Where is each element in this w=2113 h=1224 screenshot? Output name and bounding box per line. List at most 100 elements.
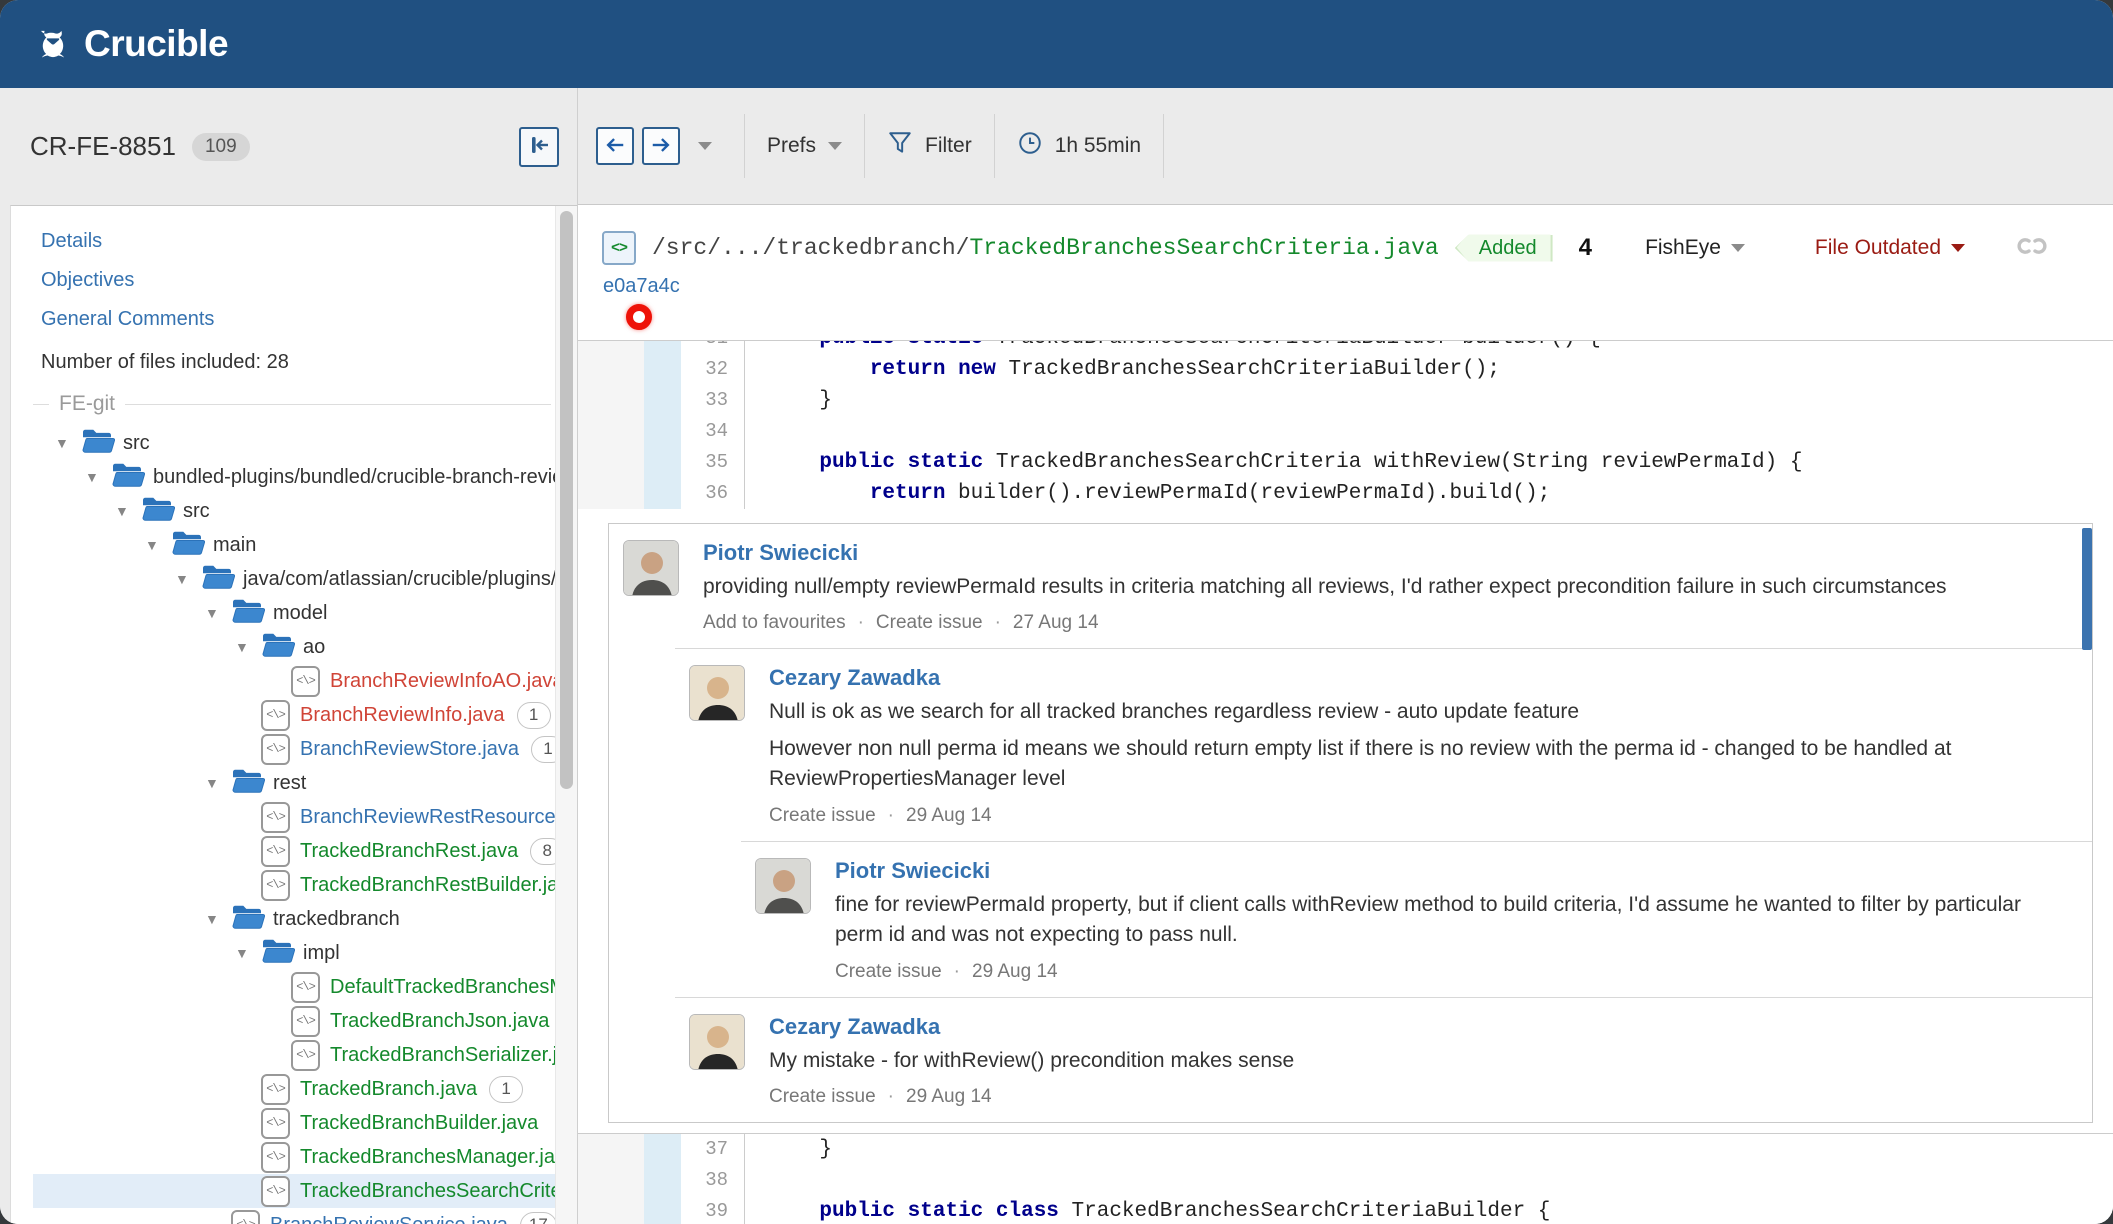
sidebar-link-details[interactable]: Details [41,230,577,253]
line-number[interactable]: 37 [681,1134,745,1166]
comment-author-link[interactable]: Piotr Swiecicki [835,858,990,884]
crucible-logo[interactable]: Crucible [32,23,229,65]
code-line[interactable]: 38 [578,1165,2113,1197]
code-line[interactable]: 31 public static TrackedBranchesSearchCr… [578,341,2113,354]
tree-item-label: BranchReviewStore.java [300,737,519,760]
comment-gutter[interactable] [578,478,644,509]
line-number[interactable]: 36 [681,478,745,509]
tree-item-trackedbranchrest-java[interactable]: <\> TrackedBranchRest.java 8 [33,834,577,868]
tree-item-bundled-plugins-bundled-crucible-branch-review[interactable]: ▼ bundled-plugins/bundled/crucible-branch… [33,460,577,494]
tree-item-label: rest [273,771,307,794]
line-number[interactable]: 39 [681,1196,745,1224]
tree-item-src[interactable]: ▼ src [33,494,577,528]
comment-author-link[interactable]: Cezary Zawadka [769,665,940,691]
tree-item-branchreviewinfoao-java[interactable]: <\> BranchReviewInfoAO.java [33,664,577,698]
line-number[interactable]: 34 [681,416,745,447]
file-tree: ▼ src ▼ bundled-plugins/bundled/crucible-br… [33,426,577,1224]
comment-action-add-to-favourites[interactable]: Add to favourites [703,612,846,634]
tree-expander-icon[interactable]: ▼ [235,639,261,655]
code-line[interactable]: 33 } [578,385,2113,416]
code-line[interactable]: 39 public static class TrackedBranchesSe… [578,1196,2113,1224]
tree-expander-icon[interactable]: ▼ [85,469,111,485]
tree-item-java-com-atlassian-crucible-plugins-branchreview[interactable]: ▼ java/com/atlassian/crucible/plugins/bra… [33,562,577,596]
tree-expander-icon[interactable]: ▼ [205,775,231,791]
tree-expander-icon[interactable]: ▼ [205,911,231,927]
tree-expander-icon[interactable]: ▼ [175,571,201,587]
fisheye-dropdown[interactable]: FishEye [1645,236,1745,260]
code-line[interactable]: 35 public static TrackedBranchesSearchCr… [578,447,2113,478]
unlink-icon[interactable] [2017,234,2047,263]
source-file-icon: <\> [291,971,320,1003]
tree-item-defaulttrackedbranchesmanager-java[interactable]: <\> DefaultTrackedBranchesManager.java [33,970,577,1004]
comment-gutter[interactable] [578,354,644,385]
code-line[interactable]: 37 } [578,1134,2113,1166]
tree-item-rest[interactable]: ▼ rest [33,766,577,800]
comment-gutter[interactable] [578,416,644,447]
comment-action-create-issue[interactable]: Create issue [835,961,942,983]
comment-action-create-issue[interactable]: Create issue [876,612,983,634]
comment-action-create-issue[interactable]: Create issue [769,1086,876,1108]
line-number[interactable]: 33 [681,385,745,416]
tree-item-trackedbranchesmanager-java[interactable]: <\> TrackedBranchesManager.java [33,1140,577,1174]
line-number[interactable]: 32 [681,354,745,385]
tree-item-src[interactable]: ▼ src [33,426,577,460]
comment-gutter[interactable] [578,385,644,416]
code-line[interactable]: 32 return new TrackedBranchesSearchCrite… [578,354,2113,385]
tree-expander-icon[interactable]: ▼ [145,537,171,553]
sidebar-link-general-comments[interactable]: General Comments [41,308,577,331]
collapse-sidebar-button[interactable] [519,126,559,167]
comment-gutter[interactable] [578,447,644,478]
tree-item-branchreviewrestresource-java[interactable]: <\> BranchReviewRestResource.java [33,800,577,834]
tree-item-trackedbranchrestbuilder-java[interactable]: <\> TrackedBranchRestBuilder.java [33,868,577,902]
tree-item-trackedbranch[interactable]: ▼ trackedbranch [33,902,577,936]
line-number[interactable]: 38 [681,1165,745,1197]
prefs-menu[interactable]: Prefs [767,134,843,158]
revision-marker-icon[interactable] [626,304,652,330]
comment-gutter[interactable] [578,1165,644,1197]
file-nav-dropdown-caret[interactable] [698,142,712,150]
tree-expander-icon[interactable]: ▼ [115,503,141,519]
tree-item-main[interactable]: ▼ main [33,528,577,562]
tree-item-trackedbranchjson-java[interactable]: <\> TrackedBranchJson.java [33,1004,577,1038]
code-line[interactable]: 34 [578,416,2113,447]
comment-author-link[interactable]: Piotr Swiecicki [703,540,858,566]
tree-item-trackedbranchessearchcriteria-java[interactable]: <\> TrackedBranchesSearchCriteria.java [33,1174,577,1208]
crucible-logo-icon [32,23,74,65]
line-number[interactable]: 35 [681,447,745,478]
tree-expander-icon[interactable]: ▼ [235,945,261,961]
tree-item-label: main [213,533,257,556]
comment-gutter[interactable] [578,1134,644,1166]
tree-item-trackedbranch-java[interactable]: <\> TrackedBranch.java 1 [33,1072,577,1106]
tree-item-branchreviewservice-java[interactable]: <\> BranchReviewService.java 17 [33,1208,577,1224]
tree-item-trackedbranchserializer-java[interactable]: <\> TrackedBranchSerializer.java [33,1038,577,1072]
next-file-button[interactable] [642,127,680,165]
comment-action-create-issue[interactable]: Create issue [769,805,876,827]
tree-expander-icon[interactable]: ▼ [205,605,231,621]
tree-item-ao[interactable]: ▼ ao [33,630,577,664]
comment-scrollbar-thumb[interactable] [2082,528,2092,650]
sidebar-scrollbar[interactable] [555,206,577,1224]
file-outdated-dropdown[interactable]: File Outdated [1815,236,1965,260]
line-number[interactable]: 31 [681,341,745,354]
tree-item-branchreviewinfo-java[interactable]: <\> BranchReviewInfo.java 1 [33,698,577,732]
revision-link[interactable]: e0a7a4c [603,275,680,297]
source-file-icon: <\> [231,1209,260,1224]
tree-item-model[interactable]: ▼ model [33,596,577,630]
tree-item-label: java/com/atlassian/crucible/plugins/bran… [243,567,577,590]
code-line[interactable]: 36 return builder().reviewPermaId(review… [578,478,2113,509]
file-path[interactable]: /src/.../trackedbranch/TrackedBranchesSe… [652,235,1439,261]
review-timer[interactable]: 1h 55min [1017,130,1141,162]
tree-expander-icon[interactable]: ▼ [55,435,81,451]
filter-menu[interactable]: Filter [887,130,972,162]
sidebar-link-objectives[interactable]: Objectives [41,269,577,292]
comment-gutter[interactable] [578,1196,644,1224]
tree-item-branchreviewstore-java[interactable]: <\> BranchReviewStore.java 1 [33,732,577,766]
meta-separator: · [887,804,894,826]
tree-item-trackedbranchbuilder-java[interactable]: <\> TrackedBranchBuilder.java [33,1106,577,1140]
folder-open-icon [171,530,206,561]
tree-item-impl[interactable]: ▼ impl [33,936,577,970]
comment-gutter[interactable] [578,341,644,354]
previous-file-button[interactable] [596,127,634,165]
comment-author-link[interactable]: Cezary Zawadka [769,1014,940,1040]
sidebar-scrollbar-thumb[interactable] [560,211,573,789]
